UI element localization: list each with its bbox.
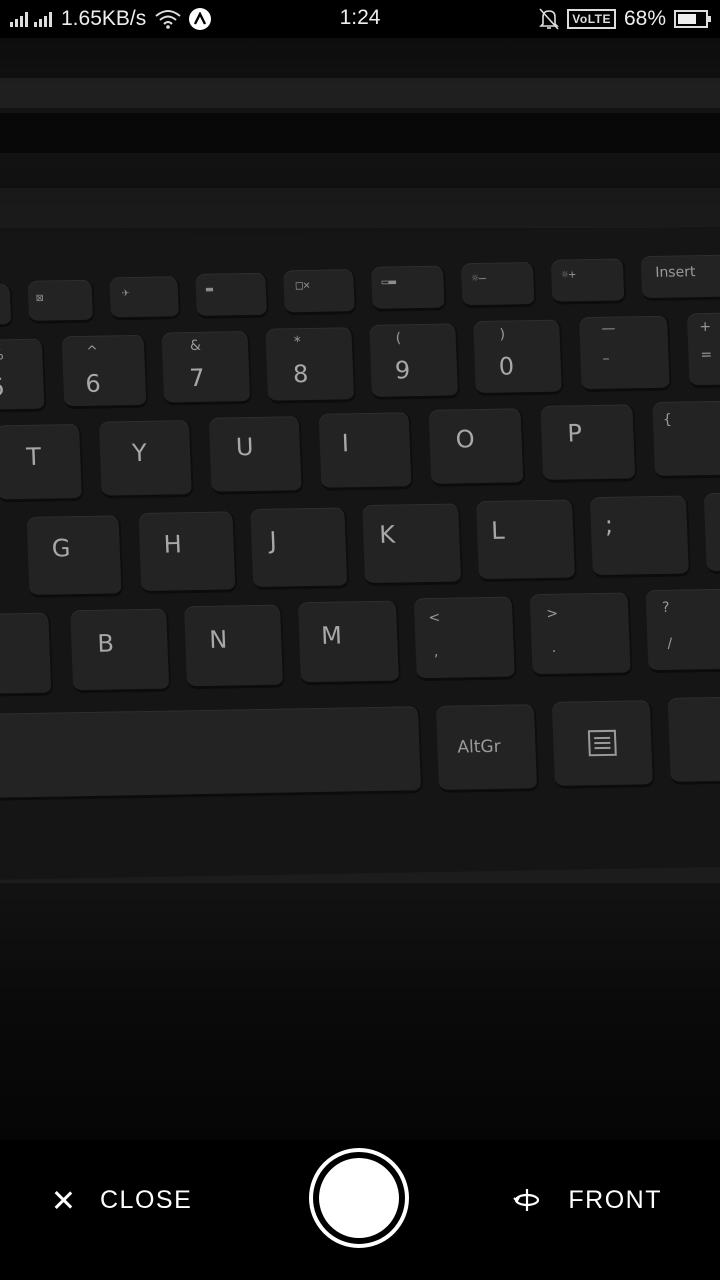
front-label: FRONT (568, 1185, 662, 1214)
key-top-label: % (0, 347, 4, 364)
key-top-label: ( (395, 330, 402, 347)
key-label: 5 (0, 373, 6, 402)
key-top-label: — (601, 320, 616, 337)
fn-brightness-down-glyph: ☼– (471, 270, 487, 286)
key-label: Y (131, 438, 148, 468)
key-label: – (602, 350, 610, 367)
camera-viewfinder[interactable]: ⊠ ✈ ▬ □× ▭▬ ☼– ☼+ Insert % 5 ^ 6 & 7 * 8 (9 … (0, 38, 720, 1140)
key-label: { (662, 411, 673, 428)
key-label: B (96, 629, 115, 658)
key-label: , (433, 643, 439, 660)
key-label: 0 (498, 352, 515, 381)
key-label: K (378, 520, 396, 549)
key-label: H (163, 530, 183, 559)
key-label: L (490, 516, 506, 545)
fn-mute-glyph: ⊠ (35, 290, 44, 305)
fn-camera-glyph: □× (295, 277, 311, 293)
key-label: = (700, 346, 713, 364)
key-label: M (320, 621, 343, 650)
key-label: T (25, 442, 42, 471)
key-label: G (51, 534, 71, 563)
bell-muted-icon (539, 8, 560, 30)
key-label: 6 (84, 369, 102, 398)
key-top-label: ^ (85, 343, 99, 360)
key-label: 7 (188, 363, 206, 393)
camera-controls: CLOSE FRONT (0, 1140, 720, 1280)
shutter-button[interactable] (309, 1148, 409, 1248)
key-top-label: * (293, 334, 302, 351)
volte-badge: VoLTE (567, 9, 616, 29)
key-top-label: > (546, 605, 559, 622)
key-label: ; (604, 510, 614, 539)
keyboard-image: ⊠ ✈ ▬ □× ▭▬ ☼– ☼+ Insert % 5 ^ 6 & 7 * 8 (9 … (0, 226, 720, 880)
key-label: 8 (292, 359, 309, 389)
battery-icon (674, 10, 711, 28)
key-label: N (208, 625, 228, 654)
key-top-label: ) (499, 326, 506, 343)
status-bar: 1.65KB/s 1:24 VoLTE 68% (0, 0, 720, 38)
key-label: O (455, 425, 476, 454)
close-icon (48, 1185, 78, 1215)
menu-key-icon (587, 729, 617, 757)
key-label: / (667, 635, 673, 652)
key-label: I (341, 429, 350, 458)
fn-airplane-glyph: ✈ (121, 285, 130, 300)
key-top-label: + (699, 318, 712, 336)
key-label: P (566, 419, 583, 448)
key-label: . (551, 639, 557, 656)
key-insert-label: Insert (654, 264, 696, 281)
key-top-label: & (189, 337, 202, 355)
battery-percent: 68% (623, 7, 666, 30)
key-label: U (235, 432, 255, 462)
shutter-inner (319, 1158, 399, 1238)
key-label: 9 (394, 356, 411, 385)
fn-brightness-up-glyph: ☼+ (561, 267, 577, 282)
fn-display-glyph: ▭▬ (381, 274, 397, 289)
close-label: CLOSE (100, 1185, 193, 1214)
switch-camera-button[interactable]: FRONT (512, 1178, 662, 1222)
camera-flip-icon (513, 1189, 540, 1211)
close-button[interactable]: CLOSE (48, 1178, 192, 1222)
fn-keyboard-glyph: ▬ (205, 281, 214, 296)
key-label: J (268, 526, 278, 555)
key-top-label: ? (661, 599, 670, 616)
key-top-label: < (428, 609, 441, 627)
key-altgr-label: AltGr (457, 736, 502, 758)
